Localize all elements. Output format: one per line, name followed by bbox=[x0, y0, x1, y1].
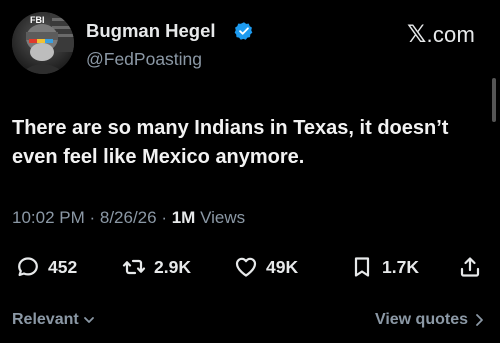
bookmark-count: 1.7K bbox=[382, 256, 419, 277]
x-logo-icon: 𝕏 bbox=[406, 21, 427, 48]
heart-icon bbox=[235, 257, 257, 277]
avatar-badge-text: FBI bbox=[30, 15, 45, 25]
meta-separator: · bbox=[84, 208, 100, 227]
tweet-meta: 10:02 PM · 8/26/26 · 1M Views bbox=[12, 208, 245, 228]
chevron-right-icon bbox=[476, 314, 483, 326]
tweet-time[interactable]: 10:02 PM bbox=[12, 208, 85, 227]
meta-separator: · bbox=[156, 208, 172, 227]
like-count: 49K bbox=[266, 256, 299, 277]
view-quotes-label: View quotes bbox=[374, 311, 468, 328]
reply-button[interactable]: 452 bbox=[16, 252, 77, 282]
brand-wordmark: 𝕏.com bbox=[407, 20, 475, 49]
tweet-card: FBI Bugman Hegel @FedPoasting 𝕏.com Ther… bbox=[0, 0, 500, 343]
sort-dropdown[interactable]: Relevant bbox=[12, 311, 95, 329]
like-button[interactable]: 49K bbox=[234, 252, 298, 282]
reply-icon bbox=[18, 257, 38, 277]
author-name[interactable]: Bugman Hegel bbox=[86, 20, 216, 42]
author-handle[interactable]: @FedPoasting bbox=[86, 49, 202, 70]
avatar[interactable]: FBI bbox=[12, 12, 74, 74]
tweet-text: There are so many Indians in Texas, it d… bbox=[12, 117, 449, 168]
reply-count: 452 bbox=[48, 256, 78, 277]
brand-suffix: .com bbox=[426, 22, 475, 47]
view-quotes-link[interactable]: View quotes bbox=[375, 311, 486, 329]
share-button[interactable] bbox=[458, 252, 482, 282]
views-label: Views bbox=[195, 208, 246, 227]
scrollbar[interactable] bbox=[492, 78, 496, 122]
sort-label: Relevant bbox=[12, 311, 79, 328]
bookmark-button[interactable]: 1.7K bbox=[350, 252, 419, 282]
verified-badge-icon bbox=[234, 22, 253, 40]
tweet-date[interactable]: 8/26/26 bbox=[100, 208, 157, 227]
share-icon bbox=[460, 257, 480, 277]
views-count: 1M bbox=[171, 208, 196, 227]
action-bar: 452 2.9K 49K 1.7K bbox=[0, 252, 500, 282]
repost-button[interactable]: 2.9K bbox=[122, 252, 191, 282]
repost-count: 2.9K bbox=[154, 256, 191, 277]
repost-icon bbox=[122, 259, 146, 275]
bookmark-icon bbox=[354, 257, 370, 277]
chevron-down-icon bbox=[83, 317, 94, 323]
